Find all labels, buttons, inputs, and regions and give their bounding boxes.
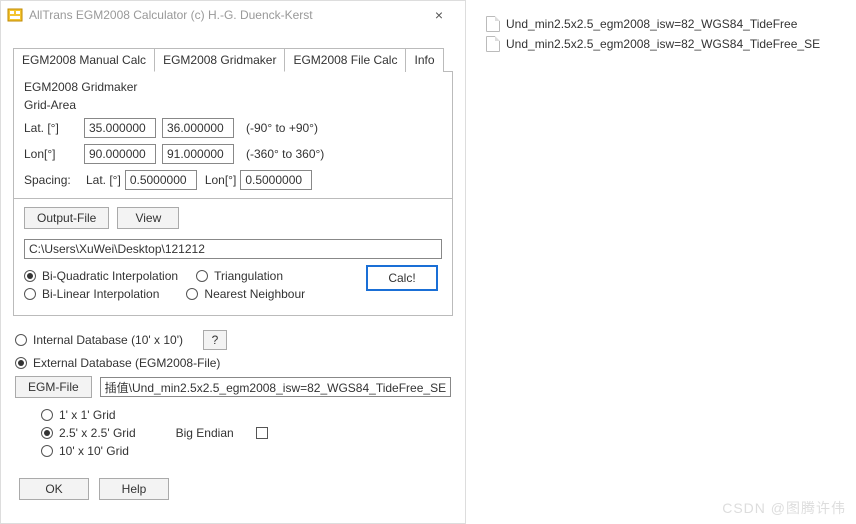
external-db-label: External Database (EGM2008-File) xyxy=(33,356,220,370)
app-icon xyxy=(7,7,23,23)
close-icon[interactable]: × xyxy=(419,7,459,23)
radio-internal-db[interactable]: Internal Database (10' x 10') xyxy=(15,333,183,347)
lat-row: Lat. [°] (-90° to +90°) xyxy=(24,118,442,138)
database-section: Internal Database (10' x 10') ? External… xyxy=(13,330,453,500)
tab-manual-calc[interactable]: EGM2008 Manual Calc xyxy=(13,48,155,72)
spacing-lat-label: Lat. [°] xyxy=(86,173,121,187)
lon-hint: (-360° to 360°) xyxy=(246,147,324,161)
list-item[interactable]: Und_min2.5x2.5_egm2008_isw=82_WGS84_Tide… xyxy=(486,36,820,52)
help-button[interactable]: Help xyxy=(99,478,169,500)
lon-from-input[interactable] xyxy=(84,144,156,164)
watermark: CSDN @图腾许伟 xyxy=(722,498,846,518)
grid-25-label: 2.5' x 2.5' Grid xyxy=(59,426,136,440)
lat-from-input[interactable] xyxy=(84,118,156,138)
radio-triangulation[interactable]: Triangulation xyxy=(196,269,283,283)
calculator-window: AllTrans EGM2008 Calculator (c) H.-G. Du… xyxy=(0,0,466,524)
lat-to-input[interactable] xyxy=(162,118,234,138)
tabstrip: EGM2008 Manual Calc EGM2008 Gridmaker EG… xyxy=(13,47,453,72)
calc-button[interactable]: Calc! xyxy=(366,265,438,291)
spacing-lon-label: Lon[°] xyxy=(205,173,237,187)
radio-grid-1[interactable]: 1' x 1' Grid xyxy=(41,408,136,422)
spacing-label: Spacing: xyxy=(24,173,84,187)
radio-grid-10[interactable]: 10' x 10' Grid xyxy=(41,444,136,458)
lon-to-input[interactable] xyxy=(162,144,234,164)
ok-button[interactable]: OK xyxy=(19,478,89,500)
radio-triangulation-label: Triangulation xyxy=(214,269,283,283)
lon-label: Lon[°] xyxy=(24,147,84,161)
egm-file-input[interactable] xyxy=(100,377,451,397)
radio-bilinear[interactable]: Bi-Linear Interpolation xyxy=(24,287,159,301)
radio-nearest[interactable]: Nearest Neighbour xyxy=(186,287,305,301)
tab-gridmaker[interactable]: EGM2008 Gridmaker xyxy=(154,48,285,72)
output-file-button[interactable]: Output-File xyxy=(24,207,109,229)
grid-10-label: 10' x 10' Grid xyxy=(59,444,129,458)
spacing-lon-input[interactable] xyxy=(240,170,312,190)
grid-1-label: 1' x 1' Grid xyxy=(59,408,116,422)
lat-hint: (-90° to +90°) xyxy=(246,121,318,135)
view-button[interactable]: View xyxy=(117,207,179,229)
grid-area-label: Grid-Area xyxy=(24,98,442,112)
help-question-button[interactable]: ? xyxy=(203,330,227,350)
titlebar: AllTrans EGM2008 Calculator (c) H.-G. Du… xyxy=(1,1,465,29)
tab-body: EGM2008 Gridmaker Grid-Area Lat. [°] (-9… xyxy=(13,72,453,316)
file-icon xyxy=(486,16,500,32)
output-path-input[interactable] xyxy=(24,239,442,259)
lon-row: Lon[°] (-360° to 360°) xyxy=(24,144,442,164)
tab-info[interactable]: Info xyxy=(405,48,443,72)
big-endian-checkbox[interactable]: Big Endian xyxy=(176,404,268,462)
group-title: EGM2008 Gridmaker xyxy=(24,80,442,94)
file-icon xyxy=(486,36,500,52)
egm-file-button[interactable]: EGM-File xyxy=(15,376,92,398)
list-item[interactable]: Und_min2.5x2.5_egm2008_isw=82_WGS84_Tide… xyxy=(486,16,820,32)
tab-file-calc[interactable]: EGM2008 File Calc xyxy=(284,48,406,72)
radio-biquad[interactable]: Bi-Quadratic Interpolation xyxy=(24,269,178,283)
big-endian-label: Big Endian xyxy=(176,426,234,440)
radio-nearest-label: Nearest Neighbour xyxy=(204,287,305,301)
radio-bilinear-label: Bi-Linear Interpolation xyxy=(42,287,159,301)
file-name: Und_min2.5x2.5_egm2008_isw=82_WGS84_Tide… xyxy=(506,37,820,51)
client-area: EGM2008 Manual Calc EGM2008 Gridmaker EG… xyxy=(1,29,465,508)
spacing-row: Spacing: Lat. [°] Lon[°] xyxy=(24,170,442,190)
window-title: AllTrans EGM2008 Calculator (c) H.-G. Du… xyxy=(29,8,419,22)
file-list: Und_min2.5x2.5_egm2008_isw=82_WGS84_Tide… xyxy=(486,16,820,56)
file-name: Und_min2.5x2.5_egm2008_isw=82_WGS84_Tide… xyxy=(506,17,797,31)
internal-db-label: Internal Database (10' x 10') xyxy=(33,333,183,347)
divider xyxy=(14,198,452,199)
spacing-lat-input[interactable] xyxy=(125,170,197,190)
lat-label: Lat. [°] xyxy=(24,121,84,135)
radio-grid-25[interactable]: 2.5' x 2.5' Grid xyxy=(41,426,136,440)
radio-biquad-label: Bi-Quadratic Interpolation xyxy=(42,269,178,283)
output-row: Output-File View xyxy=(24,207,442,229)
radio-external-db[interactable]: External Database (EGM2008-File) xyxy=(15,356,220,370)
